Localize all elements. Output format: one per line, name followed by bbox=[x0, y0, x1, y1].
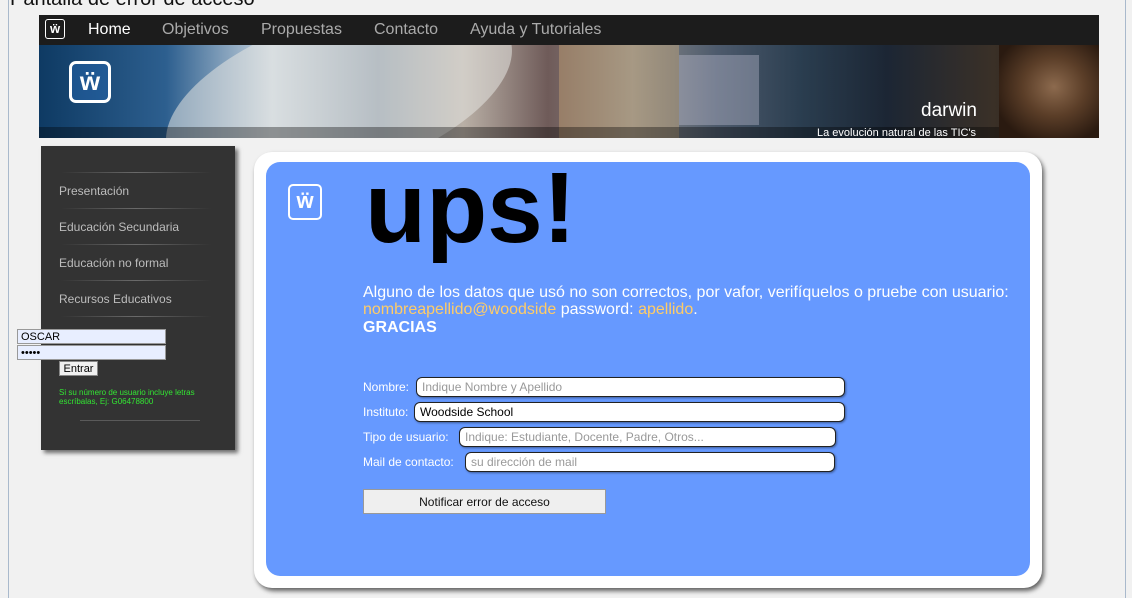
error-message-text: password: bbox=[556, 301, 639, 318]
card-logo-icon: ẅ bbox=[288, 184, 322, 220]
sidebar-divider bbox=[61, 316, 211, 317]
user-type-field[interactable] bbox=[459, 427, 836, 447]
sidebar-divider bbox=[61, 244, 211, 245]
error-heading: ups! bbox=[365, 152, 577, 264]
banner-portrait-image bbox=[999, 45, 1099, 138]
banner-background-shape bbox=[559, 45, 679, 138]
sidebar-divider bbox=[61, 280, 211, 281]
username-input[interactable] bbox=[17, 329, 166, 344]
sidebar-item-recursos-educativos[interactable]: Recursos Educativos bbox=[59, 292, 172, 306]
sidebar-item-presentacion[interactable]: Presentación bbox=[59, 184, 129, 198]
banner-background-shape bbox=[679, 55, 759, 125]
school-label: Instituto: bbox=[363, 405, 409, 419]
school-field[interactable] bbox=[414, 402, 845, 422]
site-logo-icon[interactable]: ẅ bbox=[45, 19, 65, 39]
mail-field[interactable] bbox=[465, 452, 835, 472]
nav-home[interactable]: Home bbox=[88, 21, 131, 39]
banner-book-image bbox=[143, 45, 535, 138]
page-caption: Pantalla de error de acceso bbox=[10, 0, 255, 11]
thanks-text: GRACIAS bbox=[363, 319, 437, 336]
banner-tagline: La evolución natural de las TIC's bbox=[817, 127, 977, 138]
header-banner: ẅ darwin La evolución natural de las TIC… bbox=[39, 45, 1099, 138]
login-hint: Si su número de usuario incluye letras e… bbox=[59, 388, 195, 406]
sidebar-divider bbox=[61, 208, 211, 209]
name-field[interactable] bbox=[416, 377, 845, 397]
nav-contacto[interactable]: Contacto bbox=[374, 21, 438, 39]
sidebar-divider bbox=[61, 172, 211, 173]
sidebar-item-educacion-no-formal[interactable]: Educación no formal bbox=[59, 256, 168, 270]
nav-ayuda-tutoriales[interactable]: Ayuda y Tutoriales bbox=[470, 21, 601, 39]
error-message: Alguno de los datos que usó no son corre… bbox=[363, 284, 1023, 318]
password-input[interactable] bbox=[17, 345, 166, 360]
error-message-text: . bbox=[693, 301, 698, 318]
error-message-text: Alguno de los datos que usó no son corre… bbox=[363, 284, 1009, 301]
example-username: nombreapellido@woodside bbox=[363, 301, 557, 318]
enter-button[interactable]: Entrar bbox=[59, 361, 98, 376]
user-type-label: Tipo de usuario: bbox=[363, 430, 449, 444]
mail-label: Mail de contacto: bbox=[363, 455, 454, 469]
banner-logo-icon: ẅ bbox=[69, 61, 111, 103]
top-nav-bar: ẅ Home Objetivos Propuestas Contacto Ayu… bbox=[39, 15, 1099, 45]
sidebar-divider bbox=[80, 420, 200, 421]
example-password: apellido bbox=[638, 301, 694, 318]
nav-objetivos[interactable]: Objetivos bbox=[162, 21, 229, 39]
notify-error-button[interactable]: Notificar error de acceso bbox=[363, 489, 606, 514]
right-border-line bbox=[1125, 0, 1126, 598]
name-label: Nombre: bbox=[363, 380, 410, 394]
banner-title: darwin bbox=[921, 100, 977, 121]
sidebar-item-educacion-secundaria[interactable]: Educación Secundaria bbox=[59, 220, 179, 234]
nav-propuestas[interactable]: Propuestas bbox=[261, 21, 342, 39]
left-border-line bbox=[8, 0, 9, 598]
